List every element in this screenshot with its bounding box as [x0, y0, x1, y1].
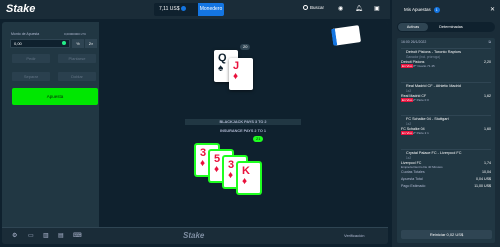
search-label: Buscar — [310, 5, 325, 10]
coin-icon — [62, 41, 66, 45]
bet-tabs: Activas Determinadas — [397, 22, 495, 32]
total-odds-value: 10,04 — [482, 170, 491, 174]
game-area: Monto de Apuesta 0,00000000 LTC 0,00 ½ 2… — [2, 22, 388, 244]
wallet-button[interactable]: Monedero — [198, 3, 224, 16]
diamond-icon: ♦ — [228, 170, 234, 181]
market-name: 1x2 — [406, 156, 412, 160]
currency-coin-icon — [181, 6, 187, 12]
total-stake-value: 0,04 US$ — [476, 177, 491, 181]
count-badge: 1 — [433, 7, 440, 13]
diamond-icon: ♦ — [214, 164, 220, 175]
close-icon[interactable]: ✕ — [490, 0, 495, 20]
list-item[interactable]: Crystal Palace FC - Liverpool FC 1x2 Liv… — [401, 149, 491, 169]
odds: 2,20 — [484, 60, 491, 64]
half-bet-button[interactable]: ½ — [72, 39, 84, 48]
live-badge: En Vivo — [401, 131, 414, 135]
fairness-link[interactable]: Verificación — [344, 233, 364, 238]
tab-active[interactable]: Activas — [398, 23, 428, 31]
stake-logo[interactable]: Stake — [6, 3, 35, 15]
search-icon — [303, 5, 308, 11]
split-button[interactable]: Separar — [12, 72, 50, 81]
bet-amount-input[interactable]: 0,00 — [10, 39, 70, 48]
market-name: 1x2 — [406, 89, 412, 93]
bet-amount-crypto: 0,00000000 LTC — [64, 32, 87, 36]
insurance-payout-banner: INSURANCE PAYS 2 TO 1 — [220, 129, 266, 133]
bet-slip-sidebar: Mis Apuestas 1 ✕ Activas Determinadas 16:… — [392, 0, 500, 247]
card-shoe — [330, 25, 362, 46]
est-payout-value: 11,00 US$ — [474, 184, 491, 188]
stats-icon[interactable]: ▤ — [58, 232, 64, 239]
diamond-icon: ♦ — [200, 158, 206, 169]
double-bet-button[interactable]: 2× — [85, 39, 97, 48]
balance-display[interactable]: 7,11 US$ — [154, 3, 198, 16]
stand-button[interactable]: Plantarse — [58, 54, 96, 63]
total-odds-row: Cuotas Totales 10,04 — [401, 170, 491, 175]
est-payout-label: Pago Estimado — [401, 184, 426, 188]
live-badge: En Vivo — [401, 64, 414, 68]
live-badge: En Vivo — [401, 98, 414, 102]
footer-logo: Stake — [183, 231, 205, 240]
list-item[interactable]: FC Schalke 04 - Stuttgart 1x2 FC Schalke… — [401, 115, 491, 135]
diamond-icon: ♦ — [233, 71, 239, 82]
user-icon[interactable]: ◉ — [338, 5, 343, 12]
top-bar: Stake 7,11 US$ Monedero Buscar ◉ 🔔︎ ▣ — [0, 0, 390, 20]
chat-icon[interactable]: ▣ — [374, 5, 380, 12]
market-name: 1x2 — [406, 122, 412, 126]
chart-icon[interactable]: ▥ — [43, 232, 49, 239]
blackjack-payout-banner: BLACKJACK PAYS 3 TO 2 — [185, 119, 301, 125]
bet-panel: Monto de Apuesta 0,00000000 LTC 0,00 ½ 2… — [2, 22, 99, 227]
tab-settled[interactable]: Determinadas — [430, 23, 472, 31]
place-bet-button[interactable]: Apuesta — [12, 88, 98, 105]
bet-slip-card: 16:00 26/1/2022 ⧉ Detroit Pistons - Toro… — [397, 38, 495, 243]
match-score: 2ᵒ Parte 0 0 — [413, 98, 429, 102]
theater-icon[interactable]: ▭ — [28, 232, 34, 239]
bet-amount-label: Monto de Apuesta — [11, 32, 40, 36]
odds: 1,60 — [484, 127, 491, 131]
total-stake-row: Apuesta Total 0,04 US$ — [401, 177, 491, 182]
list-item[interactable]: Real Madrid CF - Athletic Madrid 1x2 Rea… — [401, 82, 491, 102]
search-button[interactable]: Buscar — [303, 5, 325, 11]
copy-icon[interactable]: ⧉ — [489, 40, 492, 44]
player-card: K ♦ — [237, 162, 261, 194]
spade-icon: ♠ — [218, 63, 224, 74]
odds: 1,62 — [484, 94, 491, 98]
sidebar-title: Mis Apuestas — [404, 7, 431, 12]
slip-date: 16:00 26/1/2022 — [401, 40, 427, 44]
match-title: Real Madrid CF - Athletic Madrid — [406, 84, 461, 88]
diamond-icon: ♦ — [242, 176, 248, 187]
bet-amount-value: 0,00 — [14, 41, 22, 46]
bell-icon[interactable]: 🔔︎ — [355, 5, 363, 12]
match-score: 2ᵒ Parte 2 1 — [413, 131, 429, 135]
total-stake-label: Apuesta Total — [401, 177, 423, 181]
double-button[interactable]: Doblar — [58, 72, 96, 81]
match-score: 3ᵉʳ Cuarto 71 45 — [413, 64, 435, 68]
sidebar-header: Mis Apuestas 1 ✕ — [392, 0, 500, 20]
dealer-count: 20 — [240, 44, 251, 50]
keyboard-icon[interactable]: ⌨ — [73, 232, 82, 239]
hit-button[interactable]: Pedir — [12, 54, 50, 63]
balance-value: 7,11 US$ — [159, 6, 180, 12]
game-footer: ⚙ ▭ ▥ ▤ ⌨ Stake Verificación — [2, 227, 388, 244]
est-payout-row: Pago Estimado 11,00 US$ — [401, 184, 491, 189]
reuse-bet-button[interactable]: Reiniciar 0,02 US$ — [401, 230, 492, 239]
list-item[interactable]: Detroit Pistons - Toronto Raptors Ganado… — [401, 48, 491, 68]
market-name: Ganador (incl. prórroga) — [406, 55, 441, 59]
player-count: 21 — [253, 136, 264, 142]
dealer-card: J ♦ — [229, 58, 253, 90]
match-title: FC Schalke 04 - Stuttgart — [406, 117, 449, 121]
match-title: Detroit Pistons - Toronto Raptors — [406, 50, 462, 54]
match-title: Crystal Palace FC - Liverpool FC — [406, 151, 462, 155]
gear-icon[interactable]: ⚙ — [12, 232, 17, 239]
odds: 1,74 — [484, 161, 491, 165]
blackjack-table: 20 Q ♠ J ♦ BLACKJACK PAYS 3 TO 2 INSURAN… — [99, 22, 388, 227]
match-start-time: Empieza Dentro De 40 Minutos — [401, 165, 443, 169]
total-odds-label: Cuotas Totales — [401, 170, 425, 174]
